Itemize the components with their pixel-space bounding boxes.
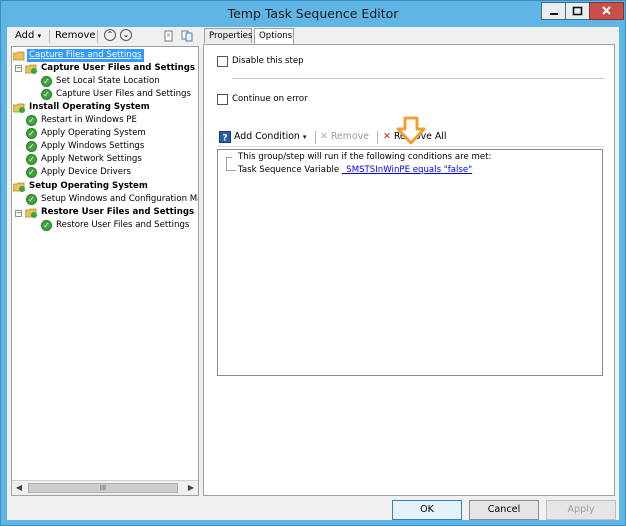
scroll-right-icon[interactable]: ▶ [184,481,198,495]
chevron-down-icon: ▾ [302,133,307,141]
svg-text:?: ? [222,134,227,144]
remove-condition-label: Remove [330,131,369,142]
continue-on-error-label: Continue on error [232,94,308,104]
task-sequence-tree[interactable]: Capture Files and Settings − Capture Use… [11,46,199,496]
continue-on-error-checkbox[interactable] [217,94,228,105]
folder-icon [25,208,37,218]
scroll-left-icon[interactable]: ◀ [12,481,26,495]
condition-prefix: Task Sequence Variable [238,165,340,175]
maximize-icon [572,6,583,16]
tree-item-label: Restart in Windows PE [41,115,137,125]
tree-root-label: Capture Files and Settings [27,49,144,62]
disable-step-label: Disable this step [232,56,304,66]
title-bar: Temp Task Sequence Editor [1,1,625,27]
checkmark-icon: ✓ [26,167,37,178]
add-label: Add [15,30,35,41]
tree-item-label: Setup Windows and Configuration Mar [41,194,199,204]
tree-group-label: Install Operating System [29,102,150,112]
tree-item-label: Apply Windows Settings [41,141,145,151]
move-down-icon[interactable]: ⌄ [120,29,132,41]
checkmark-icon: ✓ [26,154,37,165]
conditions-list[interactable]: This group/step will run if the followin… [217,149,603,376]
tab-options[interactable]: Options [254,28,294,45]
checkmark-icon: ✓ [26,141,37,152]
apply-button[interactable]: Apply [546,500,616,520]
checkmark-icon: ✓ [26,194,37,205]
move-up-icon[interactable]: ⌃ [104,29,116,41]
tree-group-label: Setup Operating System [29,181,148,191]
cancel-button[interactable]: Cancel [469,500,539,520]
horizontal-scrollbar[interactable]: ◀ III ▶ [12,480,198,495]
properties-icon[interactable] [163,30,175,42]
down-arrow-icon [396,116,426,145]
checkmark-icon: ✓ [26,128,37,139]
remove-all-icon: ✕ [383,131,391,142]
collapse-icon[interactable]: − [15,65,22,72]
tree-item-label: Restore User Files and Settings [56,220,190,230]
checkmark-icon: ✓ [41,76,52,87]
tab-properties[interactable]: Properties [204,28,252,43]
scroll-thumb[interactable]: III [28,483,178,493]
folder-icon [13,51,25,61]
chevron-down-icon: ▾ [37,32,42,40]
ok-button[interactable]: OK [392,500,462,520]
editor-client-area: Add ▾ Remove ⌃ ⌄ Capture Files and Setti… [7,27,619,520]
tree-group-label: Capture User Files and Settings [41,63,196,73]
tree-item-label: Capture User Files and Settings [56,89,191,99]
add-condition-label: Add Condition [234,131,300,142]
close-icon [602,6,611,15]
tree-item-label: Apply Operating System [41,128,146,138]
minimize-icon [550,13,558,15]
remove-condition-button[interactable]: ✕ Remove [320,131,369,143]
toolbar-divider [49,30,50,43]
add-menu-button[interactable]: Add ▾ [15,29,41,43]
folder-icon [13,182,25,192]
tree-group-label: Restore User Files and Settings [41,207,195,217]
options-panel: Disable this step Continue on error ? Ad… [203,44,615,496]
toolbar-divider [377,131,378,144]
minimize-button[interactable] [541,2,566,20]
disable-step-checkbox[interactable] [217,56,228,67]
tree-connector [226,157,227,170]
toolbar-divider [315,131,316,144]
remove-step-button[interactable]: Remove [55,29,96,43]
collapse-icon[interactable]: − [15,210,22,217]
editor-window: Temp Task Sequence Editor Add ▾ Remove ⌃… [0,0,626,526]
close-icon: ✕ [320,131,328,142]
folder-icon [13,103,25,113]
close-button[interactable] [589,2,624,20]
condition-link[interactable]: _SMSTSInWinPE equals "false" [342,165,472,175]
tree-item-label: Apply Network Settings [41,154,142,164]
tree-connector [226,170,236,171]
divider [232,78,604,79]
maximize-button[interactable] [565,2,590,20]
checkmark-icon: ✓ [41,89,52,100]
condition-header: This group/step will run if the followin… [238,152,492,162]
checkmark-icon: ✓ [26,115,37,126]
help-condition-icon: ? [219,131,231,143]
folder-icon [25,64,37,74]
toolbar-divider [97,30,98,43]
add-condition-button[interactable]: Add Condition ▾ [234,131,306,143]
window-title: Temp Task Sequence Editor [227,6,399,21]
condition-row[interactable]: Task Sequence Variable _SMSTSInWinPE equ… [238,165,472,175]
tree-item-label: Set Local State Location [56,76,160,86]
sequence-toolbar: Add ▾ Remove ⌃ ⌄ [7,27,199,46]
checkmark-icon: ✓ [41,220,52,231]
tree-item-label: Apply Device Drivers [41,167,132,177]
copy-icon[interactable] [181,30,193,42]
